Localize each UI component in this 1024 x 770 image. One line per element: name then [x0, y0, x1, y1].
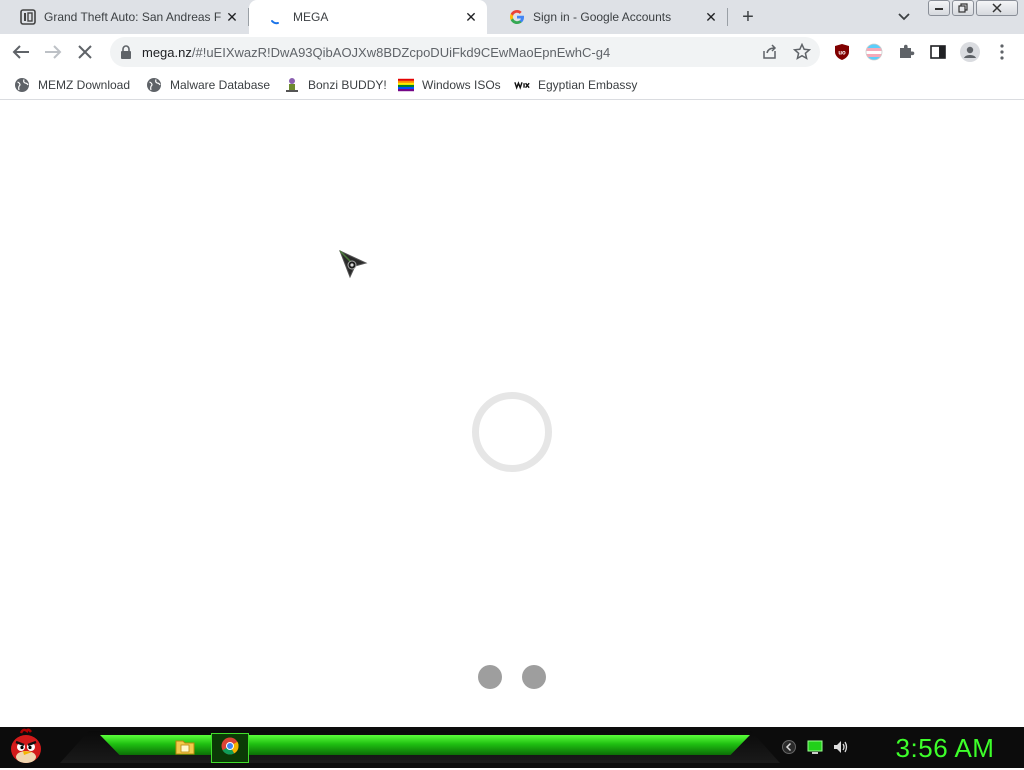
minimize-button[interactable] [928, 0, 950, 16]
bookmarks-bar: MEMZ Download Malware Database Bonzi BUD… [0, 70, 1024, 100]
google-icon [509, 9, 525, 25]
volume-icon[interactable] [832, 738, 850, 756]
chevron-icon[interactable] [780, 738, 798, 756]
menu-kebab-icon[interactable] [992, 42, 1012, 62]
tab-close-button[interactable]: ✕ [222, 7, 242, 27]
chrome-icon [221, 737, 239, 760]
taskbar: 3:56 AM [0, 727, 1024, 768]
rainbow-flag-icon [398, 77, 414, 93]
bookmark-label: Bonzi BUDDY! [308, 78, 387, 92]
file-explorer-icon [175, 737, 195, 760]
forward-button[interactable] [41, 40, 65, 64]
svg-text:uo: uo [838, 51, 846, 57]
start-button[interactable] [4, 727, 48, 770]
system-tray [780, 735, 850, 759]
bookmark-label: Egyptian Embassy [538, 78, 638, 92]
address-bar[interactable]: mega.nz/#!uEIXwazR!DwA93QibAOJXw8BDZcpoD… [110, 37, 820, 67]
loading-dot [522, 665, 546, 689]
mouse-cursor-icon [338, 249, 370, 281]
tab-close-button[interactable]: ✕ [461, 7, 481, 27]
tab-gta-san-andreas[interactable]: Grand Theft Auto: San Andreas F ✕ [0, 0, 248, 34]
loading-spinner [472, 392, 552, 472]
angry-bird-icon [7, 727, 45, 770]
bookmark-memz-download[interactable]: MEMZ Download [14, 76, 130, 94]
url-text[interactable]: mega.nz/#!uEIXwazR!DwA93QibAOJXw8BDZcpoD… [142, 45, 610, 60]
bookmark-windows-isos[interactable]: Windows ISOs [398, 76, 501, 94]
window-controls [928, 0, 1020, 18]
tab-title: Sign in - Google Accounts [533, 10, 672, 24]
browser-toolbar: mega.nz/#!uEIXwazR!DwA93QibAOJXw8BDZcpoD… [0, 34, 1024, 70]
tab-mega[interactable]: MEGA ✕ [249, 0, 487, 34]
page-content [0, 101, 1024, 727]
bookmark-label: Malware Database [170, 78, 271, 92]
share-icon[interactable] [760, 42, 780, 62]
taskbar-file-explorer[interactable] [166, 733, 204, 763]
url-path: /#!uEIXwazR!DwA93QibAOJXw8BDZcpoDUiFkd9C… [191, 45, 611, 60]
globe-icon [14, 77, 30, 93]
lock-icon[interactable] [120, 45, 132, 59]
tab-strip: Grand Theft Auto: San Andreas F ✕ MEGA ✕… [0, 0, 1024, 34]
tab-title: Grand Theft Auto: San Andreas F [44, 10, 222, 24]
tab-separator [727, 8, 728, 26]
taskbar-clock[interactable]: 3:56 AM [870, 731, 1020, 765]
ublock-icon[interactable]: uo [832, 42, 852, 62]
trans-flag-extension-icon[interactable] [864, 42, 884, 62]
globe-icon [146, 77, 162, 93]
loading-spinner-icon [269, 9, 285, 25]
bookmark-malware-database[interactable]: Malware Database [146, 76, 270, 94]
tab-google-sign-in[interactable]: Sign in - Google Accounts ✕ [489, 0, 727, 34]
igdb-icon [20, 9, 36, 25]
bookmark-star-icon[interactable] [792, 42, 812, 62]
bonzi-icon [284, 77, 300, 93]
loading-dot [478, 665, 502, 689]
tab-title: MEGA [293, 10, 329, 24]
restore-button[interactable] [952, 0, 974, 16]
taskbar-chrome[interactable] [211, 733, 249, 763]
stop-loading-button[interactable] [73, 40, 97, 64]
profile-icon[interactable] [960, 42, 980, 62]
bookmark-label: Windows ISOs [422, 78, 501, 92]
bookmark-egyptian-embassy[interactable]: Egyptian Embassy [514, 76, 637, 94]
new-tab-button[interactable]: + [736, 6, 760, 28]
puzzle-extensions-icon[interactable] [896, 42, 916, 62]
side-panel-icon[interactable] [928, 42, 948, 62]
tab-search-chevron-icon[interactable] [894, 8, 914, 26]
bookmark-bonzi-buddy[interactable]: Bonzi BUDDY! [284, 76, 387, 94]
network-monitor-icon[interactable] [806, 738, 824, 756]
bookmark-label: MEMZ Download [38, 78, 131, 92]
wix-icon [514, 77, 530, 93]
back-button[interactable] [9, 40, 33, 64]
tab-close-button[interactable]: ✕ [701, 7, 721, 27]
url-host: mega.nz [142, 45, 192, 60]
close-window-button[interactable] [976, 0, 1018, 16]
